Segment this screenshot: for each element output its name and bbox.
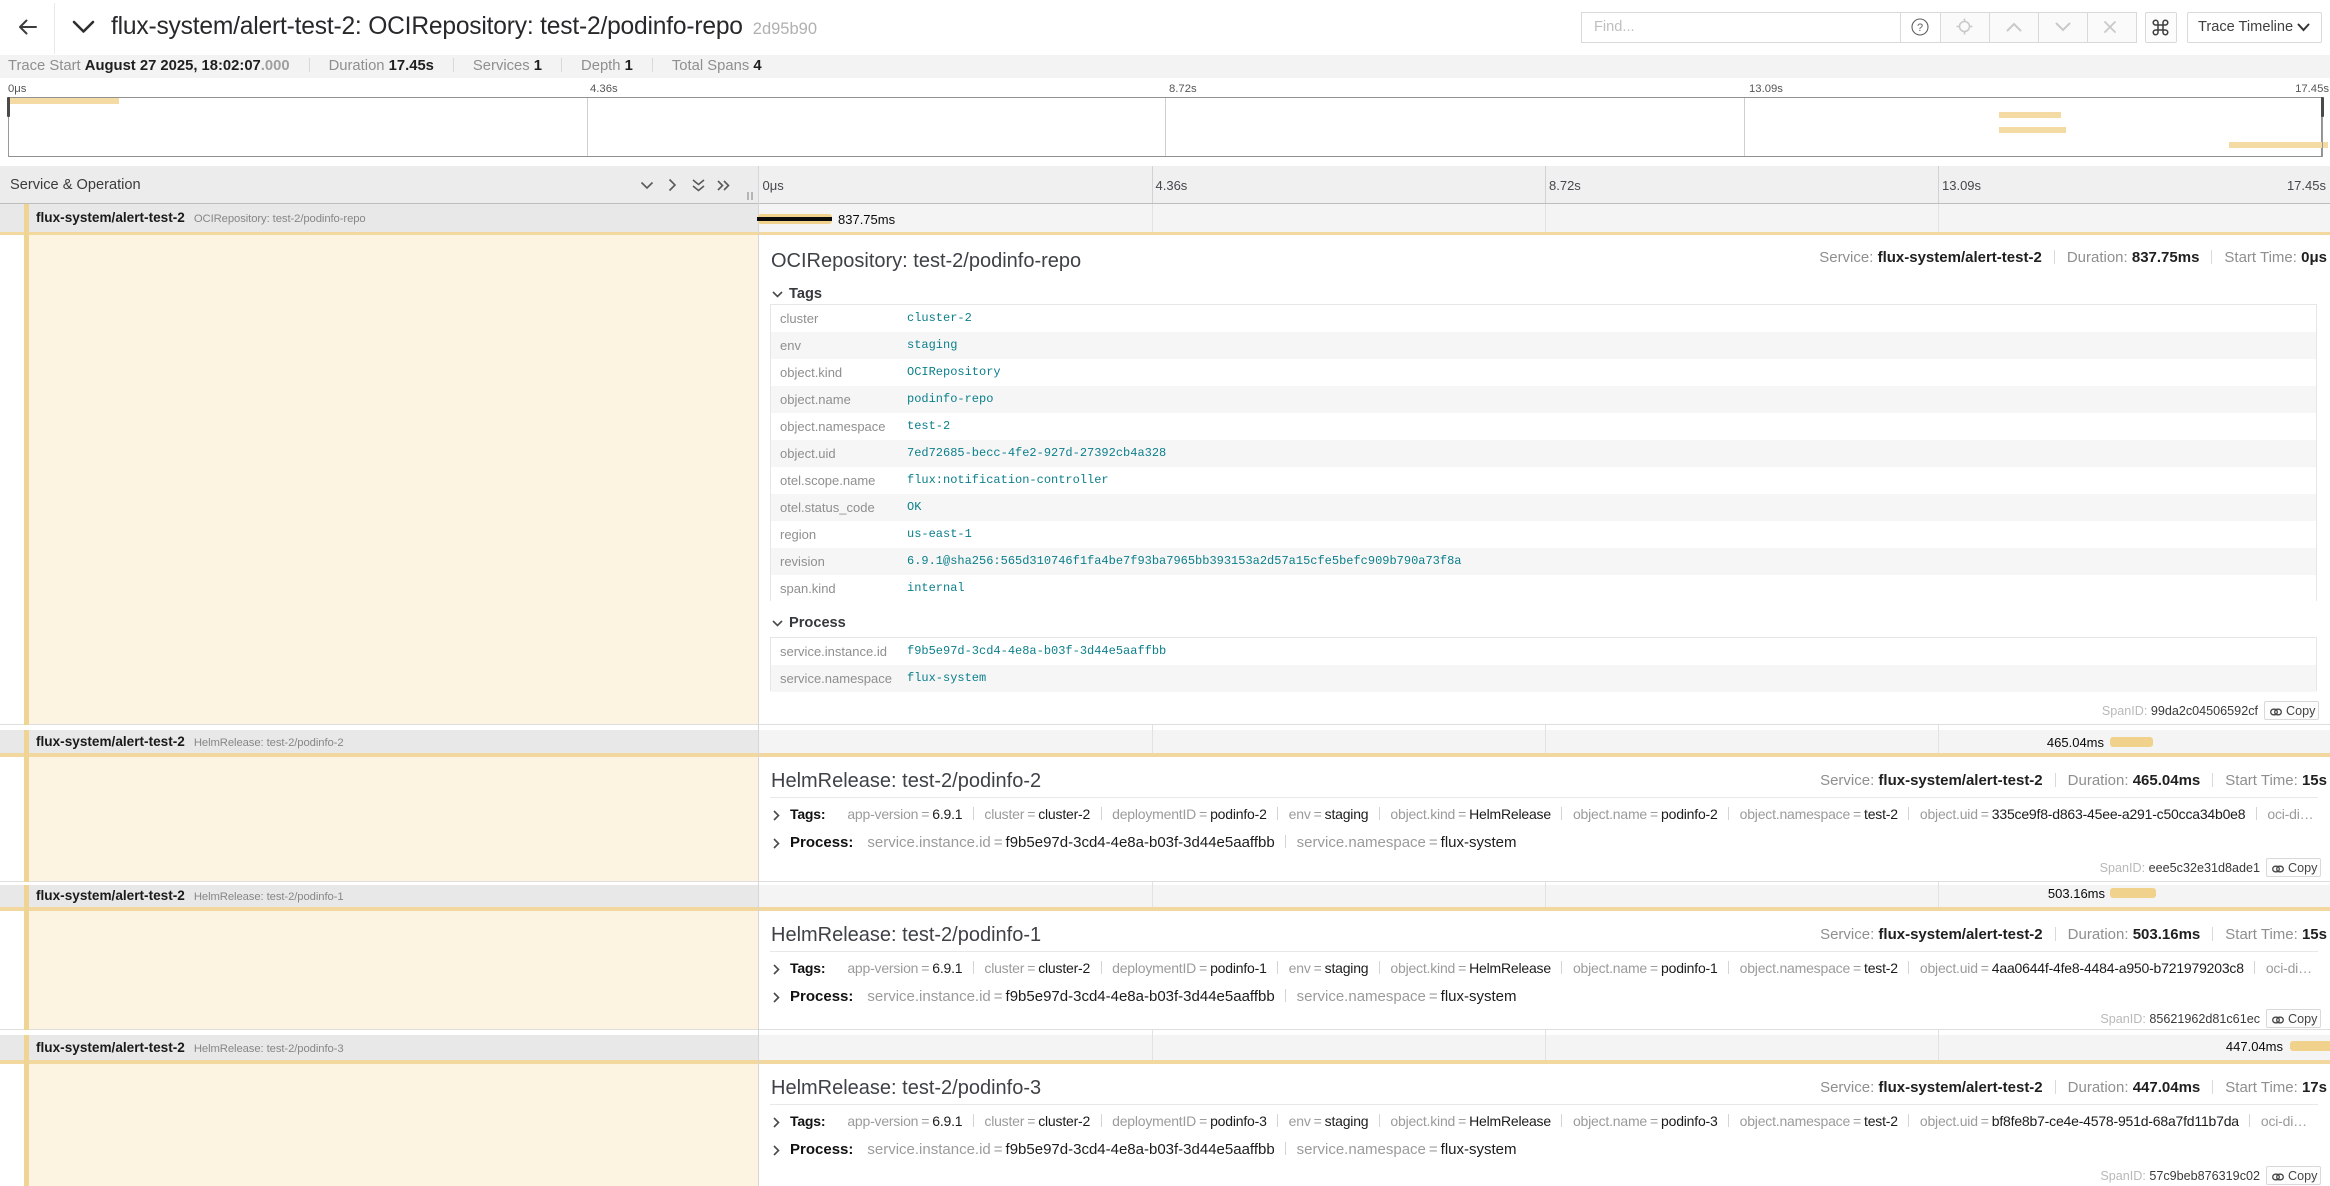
svg-text:?: ?	[1917, 22, 1923, 34]
